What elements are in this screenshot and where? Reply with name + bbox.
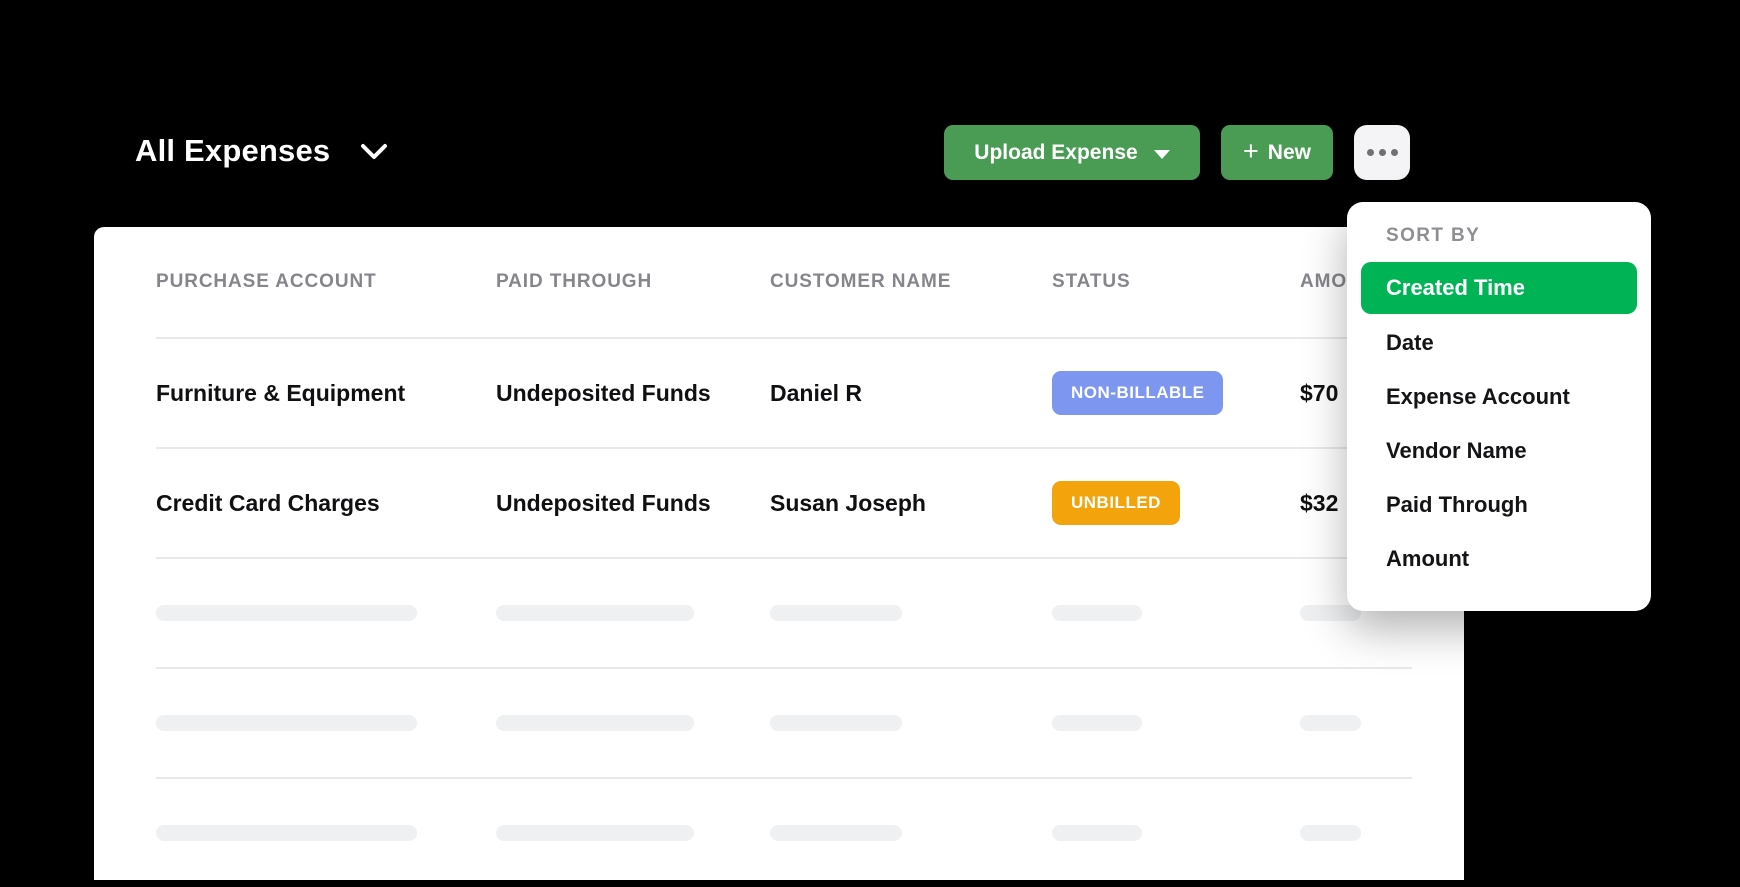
column-header-status: STATUS — [1052, 271, 1300, 293]
expenses-table-card: PURCHASE ACCOUNT PAID THROUGH CUSTOMER N… — [94, 227, 1464, 880]
sort-option-expense-account[interactable]: Expense Account — [1361, 370, 1637, 424]
column-header-purchase-account: PURCHASE ACCOUNT — [156, 271, 496, 293]
sort-menu-list: Created Time Date Expense Account Vendor… — [1361, 262, 1637, 586]
status-cell: NON-BILLABLE — [1052, 371, 1300, 415]
skeleton-bar — [1052, 605, 1142, 621]
customer-name-cell: Susan Joseph — [770, 490, 1052, 517]
paid-through-cell: Undeposited Funds — [496, 380, 770, 407]
new-button[interactable]: + New — [1221, 125, 1333, 180]
sort-option-created-time[interactable]: Created Time — [1361, 262, 1637, 314]
skeleton-bar — [1300, 605, 1361, 621]
skeleton-bar — [1052, 715, 1142, 731]
skeleton-bar — [496, 605, 694, 621]
sort-menu-title: SORT BY — [1386, 226, 1637, 246]
table-row[interactable]: Credit Card Charges Undeposited Funds Su… — [156, 449, 1412, 559]
skeleton-row — [156, 669, 1412, 779]
new-button-label: New — [1268, 141, 1311, 165]
status-badge: UNBILLED — [1052, 481, 1180, 525]
purchase-account-cell: Furniture & Equipment — [156, 380, 496, 407]
skeleton-bar — [496, 825, 694, 841]
skeleton-bar — [156, 605, 417, 621]
sort-option-vendor-name[interactable]: Vendor Name — [1361, 424, 1637, 478]
chevron-down-icon — [360, 143, 388, 160]
skeleton-bar — [156, 825, 417, 841]
skeleton-bar — [770, 605, 902, 621]
status-cell: UNBILLED — [1052, 481, 1300, 525]
skeleton-bar — [770, 825, 902, 841]
page-title: All Expenses — [135, 133, 330, 169]
sort-option-paid-through[interactable]: Paid Through — [1361, 478, 1637, 532]
skeleton-row — [156, 779, 1412, 887]
plus-icon: + — [1243, 138, 1259, 165]
skeleton-bar — [496, 715, 694, 731]
purchase-account-cell: Credit Card Charges — [156, 490, 496, 517]
skeleton-bar — [156, 715, 417, 731]
expenses-view-selector[interactable]: All Expenses — [135, 122, 388, 180]
ellipsis-icon — [1367, 149, 1398, 156]
caret-down-icon — [1154, 150, 1170, 159]
skeleton-bar — [1300, 825, 1361, 841]
paid-through-cell: Undeposited Funds — [496, 490, 770, 517]
column-header-paid-through: PAID THROUGH — [496, 271, 770, 293]
table-row[interactable]: Furniture & Equipment Undeposited Funds … — [156, 339, 1412, 449]
sort-menu: SORT BY Created Time Date Expense Accoun… — [1347, 202, 1651, 611]
upload-expense-label: Upload Expense — [974, 141, 1137, 165]
sort-option-amount[interactable]: Amount — [1361, 532, 1637, 586]
column-header-customer-name: CUSTOMER NAME — [770, 271, 1052, 293]
customer-name-cell: Daniel R — [770, 380, 1052, 407]
status-badge: NON-BILLABLE — [1052, 371, 1223, 415]
table-header-row: PURCHASE ACCOUNT PAID THROUGH CUSTOMER N… — [156, 227, 1412, 339]
sort-option-date[interactable]: Date — [1361, 316, 1637, 370]
more-actions-button[interactable] — [1354, 125, 1410, 180]
skeleton-bar — [770, 715, 902, 731]
skeleton-bar — [1052, 825, 1142, 841]
expenses-table: PURCHASE ACCOUNT PAID THROUGH CUSTOMER N… — [156, 227, 1412, 887]
skeleton-bar — [1300, 715, 1361, 731]
upload-expense-button[interactable]: Upload Expense — [944, 125, 1200, 180]
skeleton-row — [156, 559, 1412, 669]
